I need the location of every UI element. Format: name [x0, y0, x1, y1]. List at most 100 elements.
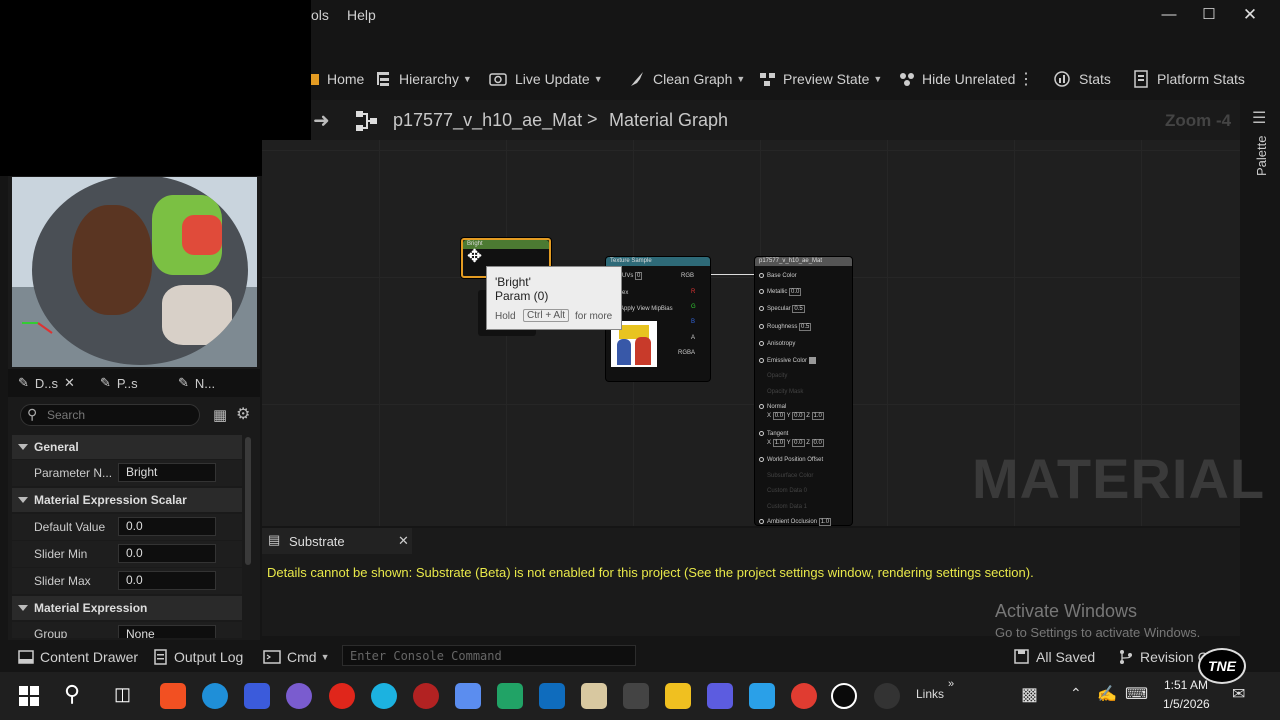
copilot-icon[interactable]: [749, 683, 775, 709]
material-result-node[interactable]: p17577_v_h10_ae_Mat Base Color Metallic …: [755, 257, 852, 527]
recorder-icon[interactable]: [874, 683, 900, 709]
all-saved-button[interactable]: All Saved: [1014, 647, 1095, 667]
pin-opacity: Opacity: [767, 373, 788, 379]
opera-gx-icon[interactable]: [413, 683, 439, 709]
keyboard-layout-icon[interactable]: ▩: [1021, 684, 1038, 705]
details-search[interactable]: ⚲ Search: [20, 404, 200, 426]
gear-icon[interactable]: ⚙: [236, 404, 250, 424]
clock-date[interactable]: 1/5/2026: [1163, 697, 1210, 711]
material-editor-toolbar: Home Hierarchy ▼ Live Update ▼ Clean Graph…: [311, 60, 1280, 96]
store-icon[interactable]: [160, 683, 186, 709]
tray-overflow-icon[interactable]: ⌃: [1070, 685, 1082, 702]
material-preview-viewport[interactable]: [12, 177, 257, 367]
m365-icon[interactable]: [455, 683, 481, 709]
keyboard-icon[interactable]: ⌨: [1125, 684, 1148, 704]
content-drawer-button[interactable]: Content Drawer: [18, 647, 138, 667]
more-options-icon[interactable]: ⋮: [1018, 69, 1034, 89]
close-icon[interactable]: ✕: [1238, 4, 1262, 26]
breadcrumb-asset[interactable]: p17577_v_h10_ae_Mat: [393, 110, 582, 131]
close-icon[interactable]: ✕: [398, 533, 409, 549]
breadcrumb-separator: >: [587, 109, 598, 129]
pen-icon[interactable]: ✍: [1097, 684, 1117, 704]
excel-icon[interactable]: [497, 683, 523, 709]
stats-button[interactable]: Stats: [1053, 69, 1111, 89]
close-tab-icon[interactable]: ✕: [64, 375, 75, 391]
slider-max-field[interactable]: 0.0: [118, 571, 216, 590]
maximize-icon[interactable]: ☐: [1197, 4, 1221, 26]
table-view-icon[interactable]: ▦: [213, 406, 227, 424]
output-log-button[interactable]: Output Log: [154, 647, 243, 667]
task-view-icon[interactable]: ◫: [114, 684, 131, 705]
activate-windows-title: Activate Windows: [995, 601, 1138, 621]
substrate-tab[interactable]: ▤ Substrate ✕: [262, 528, 412, 554]
clock-time[interactable]: 1:51 AM: [1164, 678, 1208, 692]
search-icon[interactable]: ⚲: [64, 681, 80, 707]
revision-control-icon: [1120, 650, 1132, 664]
details-scrollbar[interactable]: [245, 437, 251, 565]
cmd-button[interactable]: Cmd ▼: [263, 647, 329, 667]
hierarchy-button[interactable]: Hierarchy ▼: [375, 69, 472, 89]
hide-unrelated-button[interactable]: Hide Unrelated: [898, 69, 1015, 89]
unreal-engine-icon[interactable]: [831, 683, 857, 709]
pin-b: B: [691, 319, 696, 325]
app-icon[interactable]: [244, 683, 270, 709]
chrome-icon[interactable]: [791, 683, 817, 709]
slider-min-field[interactable]: 0.0: [118, 544, 216, 563]
home-button[interactable]: Home: [311, 69, 364, 89]
section-scalar-parameter[interactable]: Material Expression Scalar Parameter: [12, 488, 242, 531]
clean-graph-button[interactable]: Clean Graph ▼: [629, 69, 745, 89]
section-material-expression[interactable]: Material Expression: [12, 596, 242, 620]
forward-arrow-icon[interactable]: ➜: [313, 108, 330, 133]
edge-icon[interactable]: [202, 683, 228, 709]
menu-help[interactable]: Help: [347, 7, 376, 23]
node-tooltip: 'Bright' Param (0) Hold Ctrl + Alt for m…: [486, 266, 622, 330]
pin-metallic: Metallic: [767, 289, 788, 296]
move-cursor-icon: ✥: [467, 246, 483, 266]
section-general[interactable]: General: [12, 435, 242, 459]
substrate-panel: ▤ Substrate ✕ Details cannot be shown: S…: [262, 528, 1240, 640]
palette-tab[interactable]: Palette: [1254, 136, 1269, 176]
hide-unrelated-icon: [900, 73, 914, 86]
outlook-icon[interactable]: [539, 683, 565, 709]
parameter-name-field[interactable]: Bright: [118, 463, 216, 482]
preview-state-button[interactable]: Preview State ▼: [759, 69, 882, 89]
substrate-message: Details cannot be shown: Substrate (Beta…: [267, 565, 1034, 580]
tab-details[interactable]: ✎ D..s ✕: [18, 375, 75, 391]
default-value-field[interactable]: 0.0: [118, 517, 216, 536]
pin-rgb: RGB: [681, 273, 695, 279]
notion-icon[interactable]: [581, 683, 607, 709]
group-dropdown[interactable]: None: [118, 625, 216, 638]
tab-parameters[interactable]: ✎ P..s: [100, 375, 138, 391]
windows-start-icon[interactable]: [19, 686, 39, 706]
file-explorer-icon[interactable]: [665, 683, 691, 709]
cortana-icon[interactable]: [371, 683, 397, 709]
palette-list-icon[interactable]: ☰: [1252, 108, 1266, 128]
pin-base-color: Base Color: [767, 273, 797, 280]
chevron-icon[interactable]: »: [948, 678, 954, 690]
tab-nodes[interactable]: ✎ N...: [178, 375, 215, 391]
notification-icon[interactable]: ✉: [1232, 684, 1245, 704]
pin-a: A: [691, 335, 696, 341]
console-input[interactable]: Enter Console Command: [342, 645, 636, 666]
live-update-button[interactable]: Live Update ▼: [489, 69, 603, 89]
pin-emissive: Emissive Color: [767, 358, 808, 365]
menu-tools[interactable]: ols: [311, 7, 329, 23]
opera-icon[interactable]: [329, 683, 355, 709]
material-graph-icon: [356, 111, 377, 131]
breadcrumb-graph[interactable]: Material Graph: [609, 110, 728, 131]
channel-badge: TNE: [1198, 648, 1246, 684]
material-graph-canvas[interactable]: MATERIAL Bright ✥ Texture Sample UVs 0 e…: [262, 140, 1264, 527]
app-icon[interactable]: [286, 683, 312, 709]
search-placeholder: Search: [47, 408, 86, 422]
platform-stats-button[interactable]: Platform Stats: [1133, 69, 1245, 89]
pin-ao: Ambient Occlusion: [767, 519, 818, 526]
links-toolbar[interactable]: Links: [916, 687, 944, 701]
minimize-icon[interactable]: —: [1157, 4, 1181, 26]
home-icon: [311, 74, 319, 85]
revision-control-button[interactable]: Revision C: [1118, 647, 1208, 667]
app-icon[interactable]: [707, 683, 733, 709]
output-log-icon: [154, 649, 167, 665]
broom-icon: [631, 72, 643, 86]
pen-app-icon[interactable]: [623, 683, 649, 709]
pin-opacity-mask: Opacity Mask: [767, 389, 804, 395]
